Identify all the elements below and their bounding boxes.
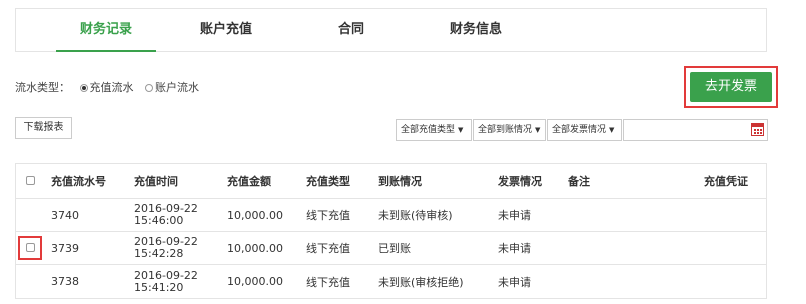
table-row: 3738 2016-09-22 15:41:20 10,000.00 线下充值 …	[16, 265, 766, 298]
row-checkbox[interactable]	[26, 243, 35, 252]
tab-finance-info[interactable]: 财务信息	[436, 9, 516, 52]
row-time: 2016-09-22 15:41:20	[134, 265, 198, 298]
row-date: 2016-09-22	[134, 268, 198, 282]
select-value: 全部到账情况	[478, 125, 533, 135]
row-arrival: 未到账(审核拒绝)	[378, 275, 464, 289]
calendar-icon[interactable]	[751, 123, 764, 136]
recharge-records-table: 充值流水号 充值时间 充值金额 充值类型 到账情况 发票情况 备注 充值凭证 3…	[15, 163, 767, 299]
invoice-button-highlight: 去开发票	[684, 66, 778, 108]
row-serial: 3739	[51, 241, 79, 255]
tab-account-recharge[interactable]: 账户充值	[186, 9, 266, 52]
row-type: 线下充值	[306, 242, 350, 255]
tab-contract[interactable]: 合同	[331, 9, 371, 52]
flow-type-filter: 流水类型： 充值流水 账户流水	[15, 80, 207, 96]
radio-recharge-flow[interactable]: 充值流水	[79, 80, 134, 96]
col-header-serial: 充值流水号	[51, 175, 106, 188]
row-arrival: 未到账(待审核)	[378, 209, 453, 222]
row-time: 2016-09-22 15:46:00	[134, 199, 198, 231]
row-serial: 3738	[51, 275, 79, 288]
table-row: 3739 2016-09-22 15:42:28 10,000.00 线下充值 …	[16, 232, 766, 265]
col-header-type: 充值类型	[306, 175, 350, 188]
date-input[interactable]	[623, 119, 768, 141]
select-value: 全部发票情况	[552, 125, 607, 135]
radio-dot-icon	[79, 84, 88, 92]
invoice-status-select[interactable]: 全部发票情况 ▼	[547, 119, 622, 141]
row-amount: 10,000.00	[227, 275, 283, 288]
row-serial: 3740	[51, 208, 79, 222]
col-header-time: 充值时间	[134, 175, 178, 188]
row-time: 2016-09-22 15:42:28	[134, 232, 198, 264]
row-invoice: 未申请	[498, 209, 531, 222]
row-amount: 10,000.00	[227, 241, 283, 255]
row-amount: 10,000.00	[227, 208, 283, 222]
recharge-type-select[interactable]: 全部充值类型 ▼	[396, 119, 472, 141]
tab-bar: 财务记录 账户充值 合同 财务信息	[15, 8, 767, 52]
issue-invoice-button[interactable]: 去开发票	[690, 72, 772, 102]
col-header-note: 备注	[568, 175, 590, 188]
row-clock: 15:46:00	[134, 214, 184, 227]
download-report-button[interactable]: 下载报表	[15, 117, 72, 139]
arrival-status-select[interactable]: 全部到账情况 ▼	[473, 119, 546, 141]
row-invoice: 未申请	[498, 242, 531, 255]
table-header-row: 充值流水号 充值时间 充值金额 充值类型 到账情况 发票情况 备注 充值凭证	[16, 164, 766, 199]
col-header-invoice: 发票情况	[498, 175, 542, 188]
dropdown-arrow-icon: ▼	[458, 126, 464, 134]
row-type: 线下充值	[306, 209, 350, 222]
row-arrival: 已到账	[378, 242, 411, 255]
row-clock: 15:42:28	[134, 247, 184, 260]
col-header-amount: 充值金额	[227, 175, 271, 188]
dropdown-arrow-icon: ▼	[609, 126, 615, 134]
row-type: 线下充值	[306, 275, 350, 289]
radio-label: 账户流水	[155, 81, 199, 94]
radio-dot-icon	[145, 84, 153, 92]
dropdown-arrow-icon: ▼	[535, 126, 541, 134]
radio-account-flow[interactable]: 账户流水	[145, 80, 199, 96]
select-all-checkbox[interactable]	[26, 176, 35, 185]
select-value: 全部充值类型	[401, 125, 456, 135]
radio-label: 充值流水	[89, 81, 134, 94]
table-row: 3740 2016-09-22 15:46:00 10,000.00 线下充值 …	[16, 199, 766, 232]
col-header-arrival: 到账情况	[378, 175, 422, 188]
tab-finance-records[interactable]: 财务记录	[56, 9, 156, 52]
flow-type-label: 流水类型：	[15, 81, 70, 94]
row-invoice: 未申请	[498, 275, 531, 289]
col-header-voucher: 充值凭证	[704, 175, 748, 188]
row-clock: 15:41:20	[134, 280, 184, 294]
